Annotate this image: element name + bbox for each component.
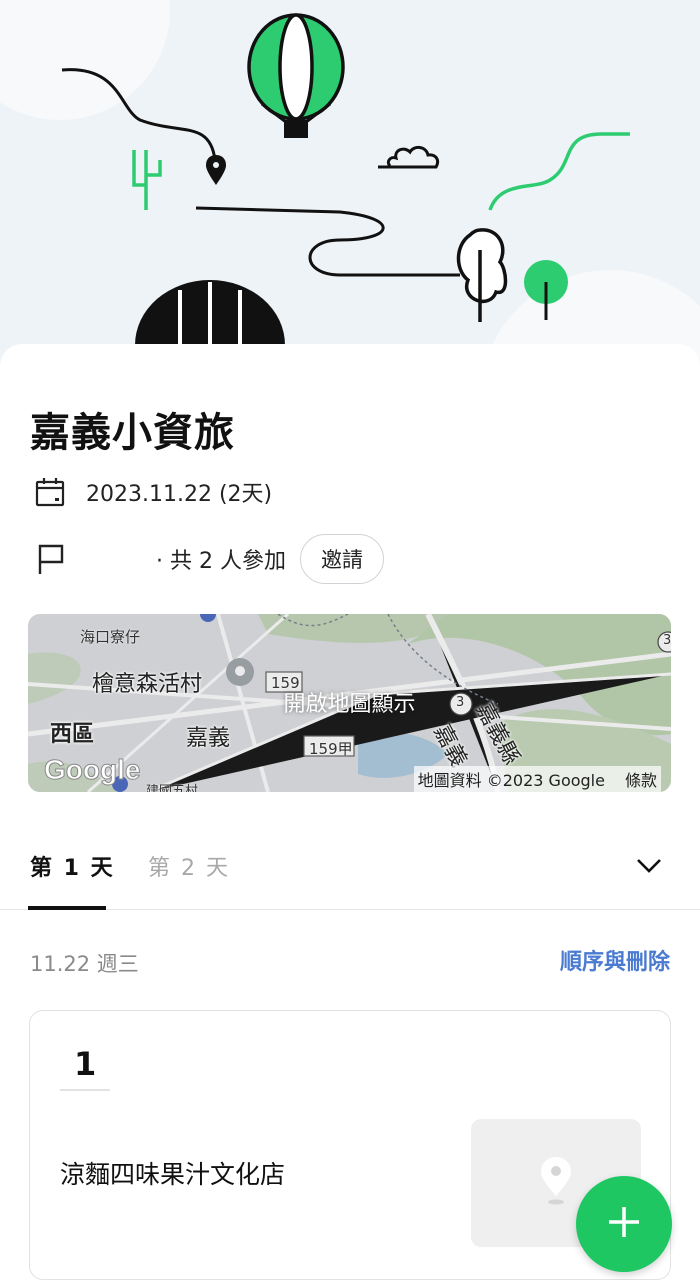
- reorder-delete-link[interactable]: 順序與刪除: [560, 944, 670, 976]
- stop-name: 涼麵四味果汁文化店: [60, 1160, 286, 1189]
- map-preview[interactable]: 海口寮仔 檜意森活村 西區 嘉義 嘉義縣 嘉義 建國五村 159 159甲 3 …: [28, 614, 671, 792]
- map-attribution: 地圖資料 ©2023 Google 條款: [413, 766, 661, 792]
- flag-icon: [30, 539, 70, 579]
- day-date: 11.22 週三: [30, 952, 139, 976]
- stop-number: 1: [74, 1045, 97, 1083]
- map-credit-text: 地圖資料 ©2023 Google: [417, 771, 605, 790]
- active-tab-indicator: [28, 906, 106, 910]
- day-tabs: 第 1 天 第 2 天: [0, 824, 700, 910]
- plus-icon: [606, 1204, 642, 1244]
- participants-row: · 共 2 人參加 邀請: [30, 534, 384, 584]
- trip-sheet: 嘉義小資旅 2023.11.22 (2天) · 共 2 人參加 邀請 海口寮仔 …: [0, 344, 700, 1280]
- map-terms-link[interactable]: 條款: [625, 767, 657, 791]
- travel-illustration: [0, 0, 700, 380]
- google-logo: Google: [43, 754, 141, 786]
- trip-date-row[interactable]: 2023.11.22 (2天): [30, 472, 272, 512]
- chevron-down-icon[interactable]: [634, 850, 664, 880]
- open-map-label[interactable]: 開啟地圖顯示: [28, 686, 671, 718]
- map-pin-icon: [536, 1156, 576, 1210]
- map-road-label: 159甲: [309, 740, 353, 758]
- invite-button[interactable]: 邀請: [299, 534, 384, 584]
- stop-card[interactable]: 1 涼麵四味果汁文化店: [29, 1010, 671, 1280]
- trip-date: 2023.11.22 (2天): [86, 482, 273, 507]
- participant-count: · 共 2 人參加: [156, 549, 286, 574]
- calendar-icon: [30, 472, 70, 512]
- map-road-label: 3: [663, 633, 671, 648]
- tab-day-2[interactable]: 第 2 天: [148, 850, 230, 882]
- map-place-label: 建國五村: [146, 784, 199, 792]
- divider: [60, 1089, 110, 1091]
- map-place-label: 嘉義: [186, 726, 231, 751]
- map-place-label: 海口寮仔: [80, 628, 141, 646]
- tab-day-1[interactable]: 第 1 天: [30, 850, 115, 882]
- add-stop-button[interactable]: [576, 1176, 672, 1272]
- hero-illustration: [0, 0, 700, 380]
- map-place-label: 西區: [50, 722, 95, 747]
- trip-title: 嘉義小資旅: [30, 410, 235, 456]
